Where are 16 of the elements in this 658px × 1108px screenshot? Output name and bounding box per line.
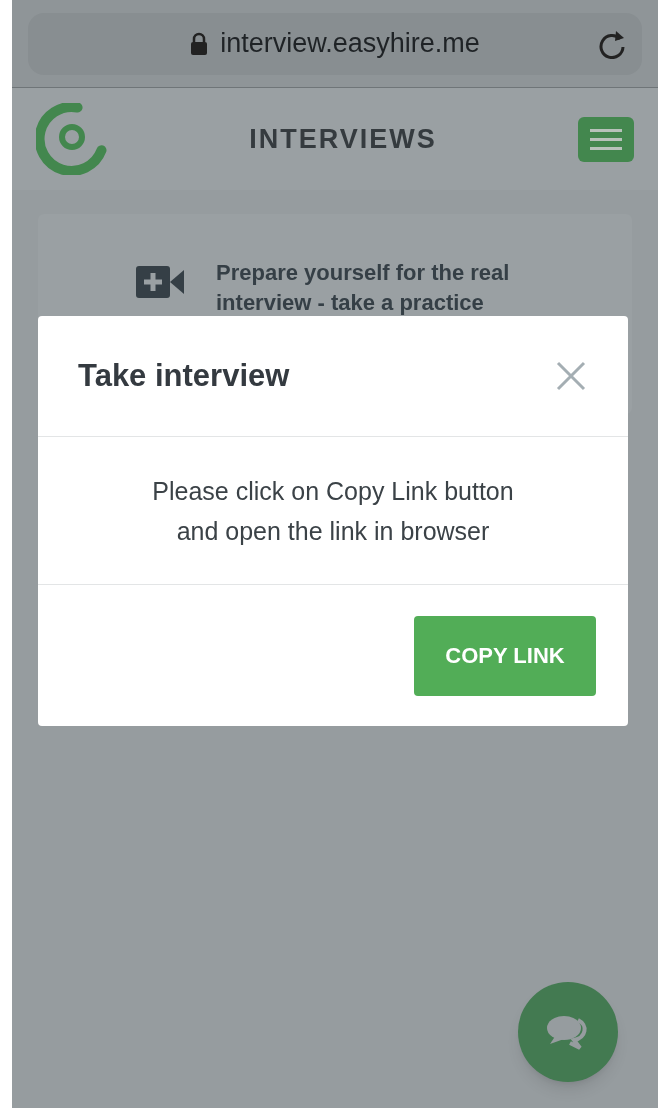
copy-link-button[interactable]: COPY LINK xyxy=(414,615,596,696)
menu-button[interactable] xyxy=(578,116,634,162)
modal-message: Please click on Copy Link button xyxy=(152,475,514,507)
reload-icon[interactable] xyxy=(598,28,626,59)
close-button[interactable] xyxy=(554,359,588,393)
card-text: interview - take a practice xyxy=(216,289,485,317)
card-text: Prepare yourself for the real xyxy=(216,259,510,287)
page-title: INTERVIEWS xyxy=(249,122,437,156)
address-bar[interactable]: interview.easyhire.me xyxy=(28,12,642,75)
modal-title: Take interview xyxy=(78,356,290,395)
url-text: interview.easyhire.me xyxy=(220,27,480,61)
lock-icon xyxy=(190,31,209,56)
close-icon xyxy=(556,361,586,391)
video-plus-icon xyxy=(136,266,184,298)
modal-message: and open the link in browser xyxy=(176,515,490,547)
logo-icon[interactable] xyxy=(36,103,108,175)
